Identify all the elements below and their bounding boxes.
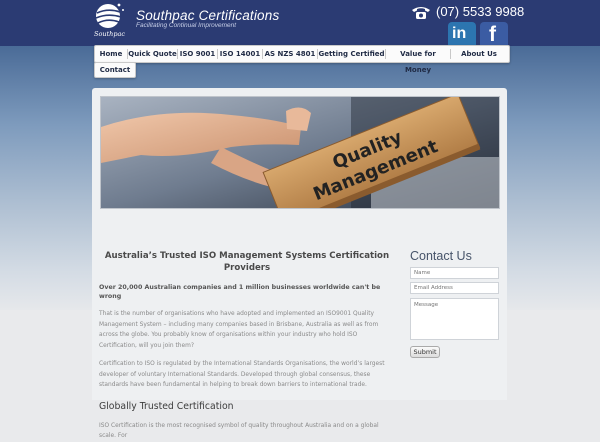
nav-item-about-us[interactable]: About Us <box>451 46 507 62</box>
phone-number[interactable]: (07) 5533 9988 <box>436 4 524 19</box>
email-input[interactable] <box>410 282 499 294</box>
page-heading: Australia’s Trusted ISO Management Syste… <box>104 251 390 273</box>
lead-text: Over 20,000 Australian companies and 1 m… <box>99 284 381 300</box>
contact-heading: Contact Us <box>410 249 472 263</box>
paragraph-1: That is the number of organisations who … <box>99 311 379 349</box>
section-heading: Globally Trusted Certification <box>99 400 234 412</box>
site-title[interactable]: Southpac Certifications <box>136 8 279 23</box>
site-tagline: Facilitating Continual Improvement <box>136 22 237 29</box>
paragraph-2: Certification to ISO is regulated by the… <box>99 361 385 388</box>
facebook-glyph: f <box>489 23 496 46</box>
nav-item-getting-certified[interactable]: Getting Certified <box>318 46 385 62</box>
main-content: Australia’s Trusted ISO Management Syste… <box>99 246 395 442</box>
nav-item-contact[interactable]: Contact <box>95 63 135 77</box>
paragraph-3: ISO Certification is the most recognised… <box>99 422 379 440</box>
submit-button[interactable]: Submit <box>410 346 440 358</box>
phone-icon <box>410 4 432 20</box>
nav-item-iso-9001[interactable]: ISO 9001 <box>178 46 217 62</box>
main-nav: Home Quick Quote ISO 9001 ISO 14001 AS N… <box>94 45 510 74</box>
message-textarea[interactable] <box>410 298 499 340</box>
nav-item-iso-14001[interactable]: ISO 14001 <box>218 46 262 62</box>
contact-sidebar: Contact Us Submit <box>410 248 502 358</box>
linkedin-glyph: in <box>452 25 467 42</box>
banner-image: Quality Management <box>100 96 500 209</box>
secondary-nav: Contact <box>94 62 136 78</box>
logo-wordmark: Southpac <box>94 30 126 38</box>
name-input[interactable] <box>410 267 499 279</box>
nav-item-home[interactable]: Home <box>95 46 127 62</box>
nav-item-value-for-money[interactable]: Value for Money <box>386 46 450 74</box>
nav-item-as-nzs-4801[interactable]: AS NZS 4801 <box>263 46 317 62</box>
nav-item-quick-quote[interactable]: Quick Quote <box>128 46 177 62</box>
